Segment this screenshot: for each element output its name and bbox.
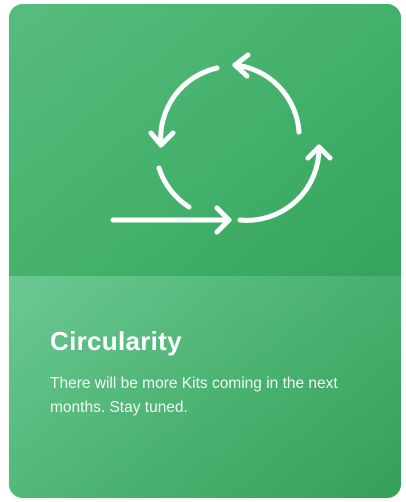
kit-card[interactable]: Circularity There will be more Kits comi… xyxy=(9,4,401,498)
card-description: There will be more Kits coming in the ne… xyxy=(50,375,338,416)
card-title: Circularity xyxy=(50,326,182,356)
card-image-area xyxy=(9,4,401,276)
circular-arrows-icon xyxy=(110,52,333,235)
